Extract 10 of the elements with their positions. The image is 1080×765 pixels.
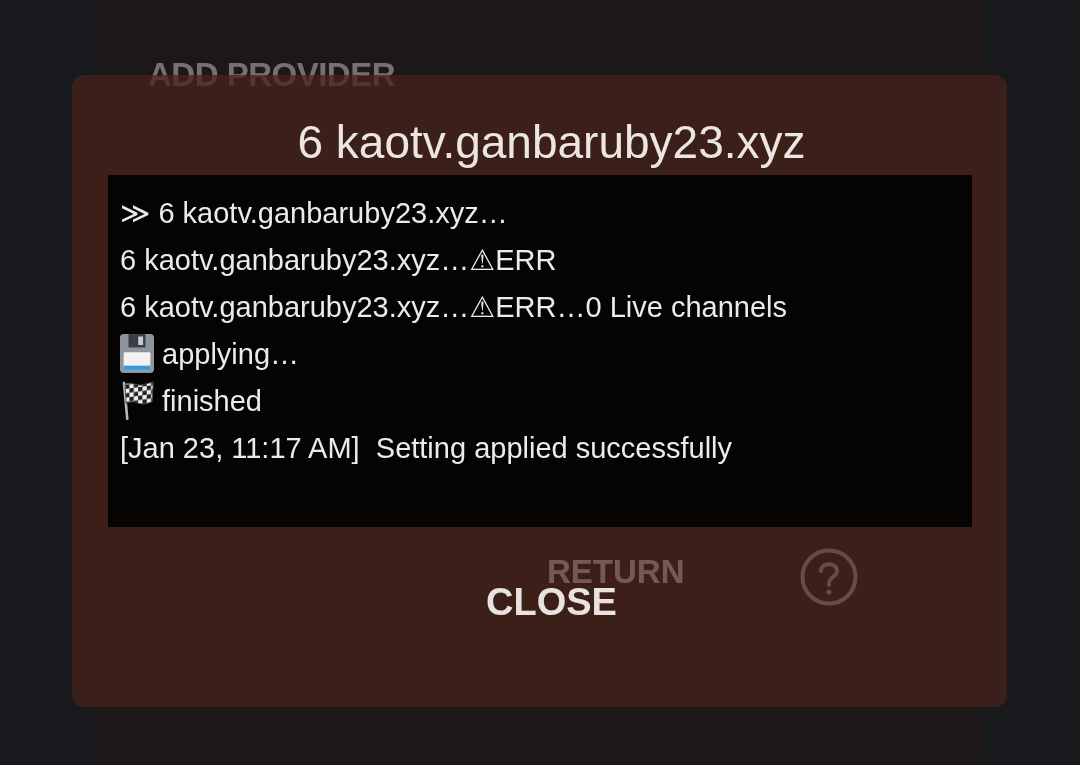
log-line: [Jan 23, 11:17 AM] Setting applied successfully: [120, 430, 733, 466]
log-line: 6 kaotv.ganbaruby23.xyz…⚠ERR…0 Live channels: [120, 289, 788, 325]
log-line: ≫ 6 kaotv.ganbaruby23.xyz…: [120, 195, 508, 231]
checkered-flag-icon: [120, 381, 154, 420]
log-line: applying…: [162, 336, 300, 372]
add-provider-heading: ADD PROVIDER: [148, 55, 396, 95]
dialog-title: 6 kaotv.ganbaruby23.xyz: [297, 115, 806, 169]
close-button[interactable]: CLOSE: [482, 585, 621, 619]
log-line: 6 kaotv.ganbaruby23.xyz…⚠ERR: [120, 242, 557, 278]
log-line: finished: [162, 383, 262, 419]
